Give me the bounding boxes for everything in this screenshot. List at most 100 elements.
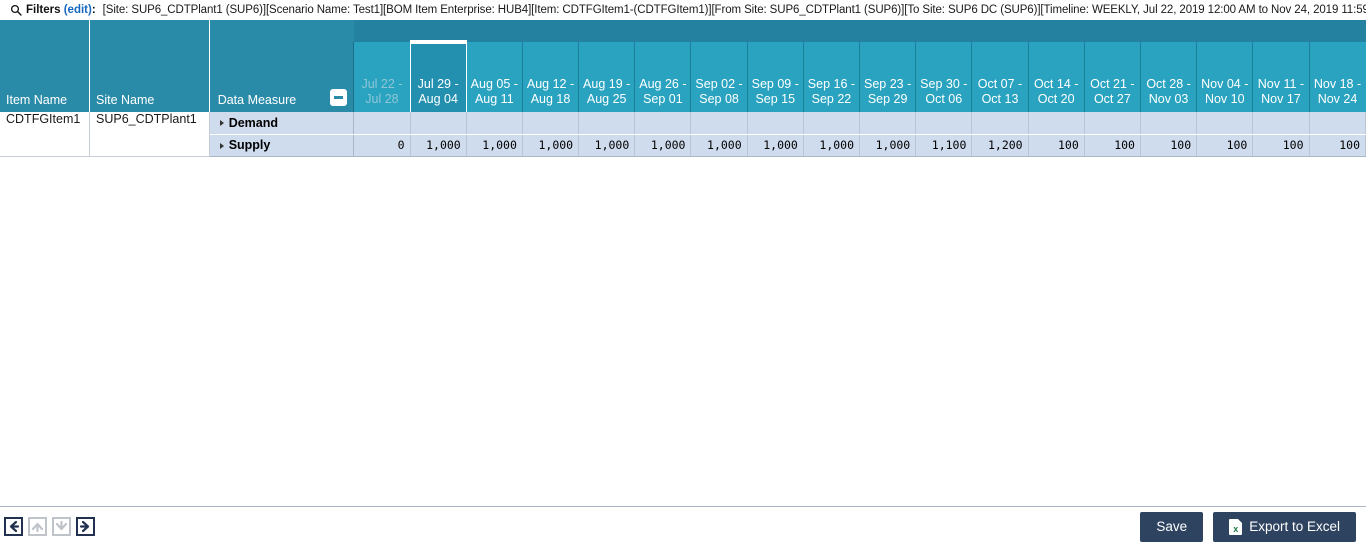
data-cell[interactable] xyxy=(353,112,411,135)
footer-toolbar: Save Export to Excel xyxy=(0,506,1366,546)
column-header-period-9[interactable]: Sep 23 - Sep 29 xyxy=(859,42,916,112)
data-cell[interactable] xyxy=(971,112,1029,135)
data-cell[interactable] xyxy=(803,112,861,135)
period-end-label: Jul 28 xyxy=(365,92,399,106)
data-cell[interactable]: 0 xyxy=(353,134,411,157)
data-cell[interactable] xyxy=(1140,112,1198,135)
measure-row-header[interactable]: Supply xyxy=(209,134,355,157)
band-item xyxy=(0,20,90,42)
period-end-label: Oct 27 xyxy=(1093,92,1131,106)
data-cell[interactable] xyxy=(522,112,580,135)
period-start-label: Aug 05 - xyxy=(470,77,518,91)
column-header-period-3[interactable]: Aug 12 - Aug 18 xyxy=(521,42,579,112)
export-to-excel-button[interactable]: Export to Excel xyxy=(1213,511,1356,542)
band-measure xyxy=(209,20,354,42)
data-cell[interactable]: 1,000 xyxy=(578,134,636,157)
data-cell[interactable] xyxy=(1028,112,1085,135)
data-cell[interactable]: 100 xyxy=(1084,134,1141,157)
period-end-label: Nov 03 xyxy=(1148,92,1189,106)
column-header-period-2[interactable]: Aug 05 - Aug 11 xyxy=(465,42,523,112)
data-cell[interactable] xyxy=(1309,112,1366,135)
period-end-label: Oct 06 xyxy=(925,92,963,106)
data-cell[interactable] xyxy=(915,112,973,135)
data-cell[interactable]: 1,000 xyxy=(690,134,748,157)
data-cell[interactable] xyxy=(410,112,467,135)
data-cell[interactable]: 1,200 xyxy=(971,134,1029,157)
timeline-grid-app: Filters (edit) : [Site: SUP6_CDTPlant1 (… xyxy=(0,0,1366,546)
data-cell[interactable]: 100 xyxy=(1140,134,1198,157)
filters-colon: : xyxy=(91,4,96,16)
column-header-item-name[interactable]: Item Name xyxy=(0,42,90,112)
filters-edit-link[interactable]: (edit) xyxy=(64,4,92,16)
period-end-label: Sep 29 xyxy=(867,92,908,106)
column-header-period-13[interactable]: Oct 21 - Oct 27 xyxy=(1083,42,1141,112)
data-cell[interactable] xyxy=(859,112,917,135)
measure-label: Supply xyxy=(228,138,271,152)
period-start-label: Nov 11 - xyxy=(1257,77,1305,91)
column-header-period-12[interactable]: Oct 14 - Oct 20 xyxy=(1027,42,1085,112)
column-header-period-11[interactable]: Oct 07 - Oct 13 xyxy=(971,42,1029,112)
column-header-site-name[interactable]: Site Name xyxy=(89,42,210,112)
column-header-period-14[interactable]: Oct 28 - Nov 03 xyxy=(1139,42,1197,112)
column-header-period-17[interactable]: Nov 18 - Nov 24 xyxy=(1308,42,1366,112)
data-cell[interactable]: 1,000 xyxy=(522,134,580,157)
search-icon xyxy=(10,4,22,16)
data-cell[interactable]: 1,000 xyxy=(747,134,804,157)
data-cell[interactable]: 1,000 xyxy=(803,134,861,157)
data-cell[interactable] xyxy=(747,112,804,135)
pagination-controls xyxy=(4,517,95,536)
grid-body: CDTFGItem1 SUP6_CDTPlant1 Demand Supply 0 1,0… xyxy=(0,112,1366,157)
column-header-period-6[interactable]: Sep 02 - Sep 08 xyxy=(690,42,748,112)
data-cell[interactable]: 1,000 xyxy=(634,134,692,157)
column-header-period-16[interactable]: Nov 11 - Nov 17 xyxy=(1252,42,1310,112)
data-cell[interactable] xyxy=(466,112,523,135)
filter-bar: Filters (edit) : [Site: SUP6_CDTPlant1 (… xyxy=(0,0,1366,20)
data-cell[interactable]: 100 xyxy=(1028,134,1085,157)
data-cell[interactable] xyxy=(634,112,692,135)
expand-triangle-icon[interactable] xyxy=(219,120,224,127)
column-header-period-0[interactable]: Jul 22 - Jul 28 xyxy=(353,42,411,112)
data-cell[interactable] xyxy=(1084,112,1141,135)
cell-item-name: CDTFGItem1 xyxy=(0,112,90,157)
data-cell[interactable]: 100 xyxy=(1252,134,1310,157)
period-start-label: Sep 02 - xyxy=(695,77,743,91)
save-button[interactable]: Save xyxy=(1140,511,1204,542)
period-start-label: Aug 19 - xyxy=(583,77,631,91)
data-cell[interactable]: 1,000 xyxy=(466,134,523,157)
period-start-label: Nov 18 - xyxy=(1313,77,1362,91)
arrow-left-icon[interactable] xyxy=(4,517,23,536)
period-start-label: Oct 14 - xyxy=(1033,77,1079,91)
filters-label: Filters xyxy=(26,4,61,16)
grid-band-row xyxy=(0,20,1366,42)
column-header-period-8[interactable]: Sep 16 - Sep 22 xyxy=(802,42,860,112)
data-cell[interactable] xyxy=(578,112,636,135)
period-end-label: Oct 13 xyxy=(981,92,1019,106)
column-header-data-measure[interactable]: Data Measure xyxy=(209,42,355,112)
data-grid-wrapper: Item Name Site Name Data Measure Jul 22 … xyxy=(0,20,1366,157)
expand-triangle-icon[interactable] xyxy=(219,142,224,149)
data-cell[interactable]: 1,000 xyxy=(410,134,467,157)
data-cell[interactable]: 1,100 xyxy=(915,134,973,157)
period-start-label: Sep 30 - xyxy=(920,77,968,91)
collapse-minus-icon[interactable] xyxy=(330,89,348,106)
band-dates xyxy=(353,20,1366,42)
period-start-label: Jul 22 - xyxy=(361,77,403,91)
arrow-right-icon[interactable] xyxy=(76,517,95,536)
column-header-period-5[interactable]: Aug 26 - Sep 01 xyxy=(634,42,691,112)
measure-row-header[interactable]: Demand xyxy=(209,112,355,135)
period-start-label: Aug 12 - xyxy=(526,77,575,91)
data-cell[interactable]: 100 xyxy=(1196,134,1254,157)
column-header-period-1[interactable]: Jul 29 - Aug 04 xyxy=(409,40,467,112)
column-header-period-7[interactable]: Sep 09 - Sep 15 xyxy=(746,42,804,112)
column-header-data-measure-label: Data Measure xyxy=(217,93,297,107)
data-cell[interactable] xyxy=(1196,112,1254,135)
data-cell[interactable] xyxy=(690,112,748,135)
arrow-up-icon xyxy=(28,517,47,536)
data-cell[interactable]: 1,000 xyxy=(859,134,917,157)
column-header-period-4[interactable]: Aug 19 - Aug 25 xyxy=(578,42,635,112)
column-header-period-15[interactable]: Nov 04 - Nov 10 xyxy=(1196,42,1253,112)
data-cell[interactable]: 100 xyxy=(1309,134,1366,157)
data-cell[interactable] xyxy=(1252,112,1310,135)
column-header-period-10[interactable]: Sep 30 - Oct 06 xyxy=(915,42,972,112)
table-row: CDTFGItem1 SUP6_CDTPlant1 Demand xyxy=(0,112,1366,157)
